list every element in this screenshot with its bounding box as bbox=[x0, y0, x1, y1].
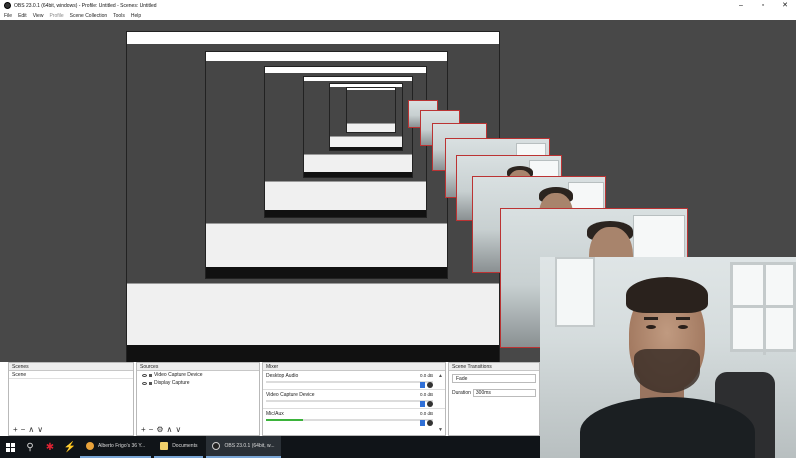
window-title: OBS 23.0.1 (64bit, windows) - Profile: U… bbox=[14, 2, 157, 9]
speaker-icon[interactable] bbox=[420, 420, 425, 426]
transition-select[interactable]: Fade bbox=[452, 374, 536, 383]
obs-app-icon bbox=[4, 2, 11, 9]
speaker-icon[interactable] bbox=[420, 401, 425, 407]
mixer-channel: Video Capture Device 0.0 dB bbox=[263, 390, 445, 409]
background-window bbox=[555, 257, 595, 327]
start-button[interactable] bbox=[0, 436, 20, 458]
move-source-down-button[interactable]: ∨ bbox=[175, 425, 181, 434]
remove-source-button[interactable]: − bbox=[149, 425, 154, 434]
scroll-up-arrow-icon[interactable]: ▲ bbox=[438, 373, 443, 379]
background-window bbox=[730, 262, 796, 355]
move-source-up-button[interactable]: ∧ bbox=[167, 425, 173, 434]
menu-view[interactable]: View bbox=[33, 13, 44, 19]
lock-icon[interactable] bbox=[149, 373, 152, 377]
scenes-dock: Scenes Scene + − ∧ ∨ bbox=[8, 362, 134, 436]
menu-profile[interactable]: Profile bbox=[49, 13, 63, 19]
move-scene-up-button[interactable]: ∧ bbox=[28, 425, 34, 434]
gear-icon[interactable] bbox=[427, 420, 433, 426]
volume-meter[interactable] bbox=[266, 400, 433, 402]
folder-icon bbox=[160, 442, 169, 450]
app-icon-red[interactable]: ✱ bbox=[40, 436, 60, 458]
scenes-header: Scenes bbox=[9, 363, 133, 371]
menu-help[interactable]: Help bbox=[131, 13, 141, 19]
duration-label: Duration bbox=[452, 390, 471, 396]
volume-meter[interactable] bbox=[266, 381, 433, 383]
person-shirt bbox=[580, 397, 755, 458]
obs-icon bbox=[212, 442, 221, 450]
webcam-video bbox=[540, 257, 796, 458]
mixer-header: Mixer bbox=[263, 363, 445, 371]
taskbar-item-browser[interactable]: Alberto Frigo's 36 Y... bbox=[80, 436, 152, 458]
minimize-button[interactable]: – bbox=[730, 0, 752, 11]
menu-file[interactable]: File bbox=[4, 13, 12, 19]
taskbar-item-documents[interactable]: Documents bbox=[154, 436, 204, 458]
browser-icon bbox=[86, 442, 94, 450]
title-bar: OBS 23.0.1 (64bit, windows) - Profile: U… bbox=[0, 0, 796, 11]
remove-scene-button[interactable]: − bbox=[21, 425, 26, 434]
recursive-frame-6 bbox=[346, 87, 396, 133]
scene-transitions-dock: Scene Transitions Fade Duration 300ms bbox=[448, 362, 540, 436]
sources-toolbar: + − ⚙ ∧ ∨ bbox=[137, 423, 259, 435]
window-controls: – ▫ ✕ bbox=[730, 0, 796, 11]
lock-icon[interactable] bbox=[149, 381, 152, 385]
scroll-down-arrow-icon[interactable]: ▼ bbox=[438, 427, 443, 433]
menu-bar: File Edit View Profile Scene Collection … bbox=[0, 11, 796, 20]
mixer-dock: Mixer Desktop Audio 0.0 dB Video Capture… bbox=[262, 362, 446, 436]
gear-icon[interactable] bbox=[427, 401, 433, 407]
volume-meter[interactable] bbox=[266, 419, 433, 421]
mixer-channel: Desktop Audio 0.0 dB bbox=[263, 371, 445, 390]
transitions-header: Scene Transitions bbox=[449, 363, 539, 371]
scenes-toolbar: + − ∧ ∨ bbox=[9, 423, 133, 435]
menu-scene-collection[interactable]: Scene Collection bbox=[70, 13, 108, 19]
add-source-button[interactable]: + bbox=[141, 425, 146, 434]
sources-header: Sources bbox=[137, 363, 259, 371]
close-button[interactable]: ✕ bbox=[774, 0, 796, 11]
scene-item[interactable]: Scene bbox=[9, 371, 133, 379]
sources-dock: Sources Video Capture Device Display Cap… bbox=[136, 362, 260, 436]
mixer-channel: Mic/Aux 0.0 dB bbox=[263, 409, 445, 428]
add-scene-button[interactable]: + bbox=[13, 425, 18, 434]
source-item[interactable]: Display Capture bbox=[137, 379, 259, 387]
taskbar-item-obs[interactable]: OBS 23.0.1 (64bit, w... bbox=[206, 436, 281, 458]
search-icon[interactable]: ⚲ bbox=[20, 436, 40, 458]
visibility-eye-icon[interactable] bbox=[142, 381, 147, 385]
duration-input[interactable]: 300ms bbox=[472, 389, 536, 397]
visibility-eye-icon[interactable] bbox=[142, 373, 147, 377]
source-item[interactable]: Video Capture Device bbox=[137, 371, 259, 379]
app-icon-flash[interactable]: ⚡ bbox=[60, 436, 80, 458]
source-properties-gear-icon[interactable]: ⚙ bbox=[156, 425, 163, 434]
maximize-button[interactable]: ▫ bbox=[752, 0, 774, 11]
speaker-icon[interactable] bbox=[420, 382, 425, 388]
gear-icon[interactable] bbox=[427, 382, 433, 388]
move-scene-down-button[interactable]: ∨ bbox=[37, 425, 43, 434]
menu-edit[interactable]: Edit bbox=[18, 13, 27, 19]
menu-tools[interactable]: Tools bbox=[113, 13, 125, 19]
